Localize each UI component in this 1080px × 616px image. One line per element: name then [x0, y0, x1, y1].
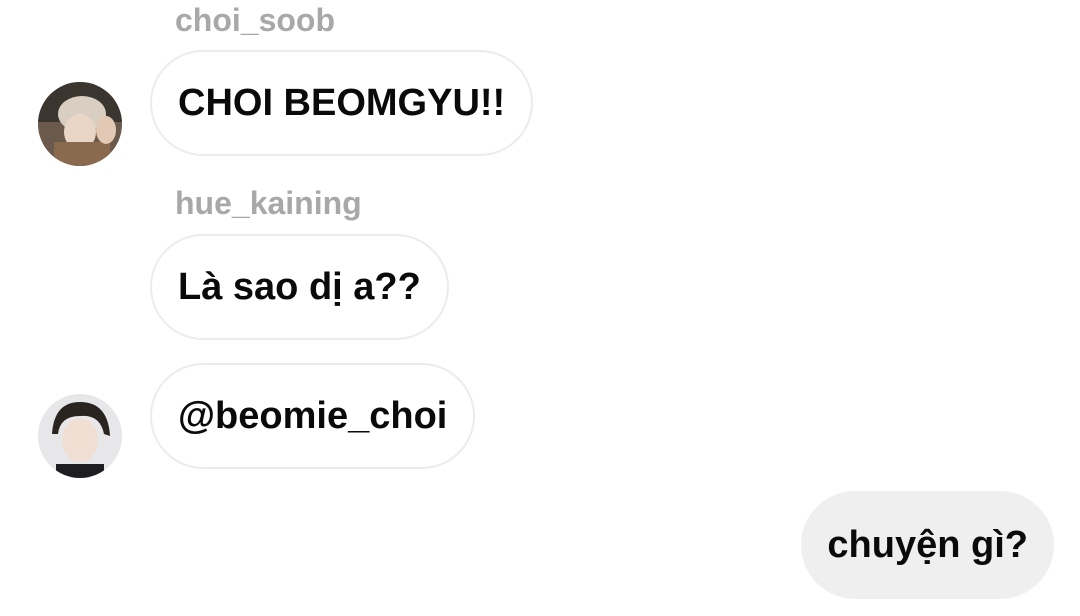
message-text: @beomie_choi	[178, 394, 448, 437]
avatar-photo-icon	[38, 82, 122, 166]
message-bubble[interactable]: @beomie_choi	[150, 363, 476, 469]
message-text: CHOI BEOMGYU!!	[178, 81, 506, 124]
user-avatar[interactable]	[38, 394, 122, 478]
sender-name[interactable]: choi_soob	[175, 2, 335, 38]
avatar-photo-icon	[38, 394, 122, 478]
sender-name[interactable]: hue_kaining	[175, 185, 362, 221]
user-avatar[interactable]	[38, 82, 122, 166]
message-text: Là sao dị a??	[178, 265, 421, 308]
own-message-bubble[interactable]: chuyện gì?	[801, 491, 1054, 599]
message-bubble[interactable]: Là sao dị a??	[150, 234, 449, 340]
message-bubble[interactable]: CHOI BEOMGYU!!	[150, 50, 534, 156]
message-text: chuyện gì?	[827, 523, 1028, 566]
